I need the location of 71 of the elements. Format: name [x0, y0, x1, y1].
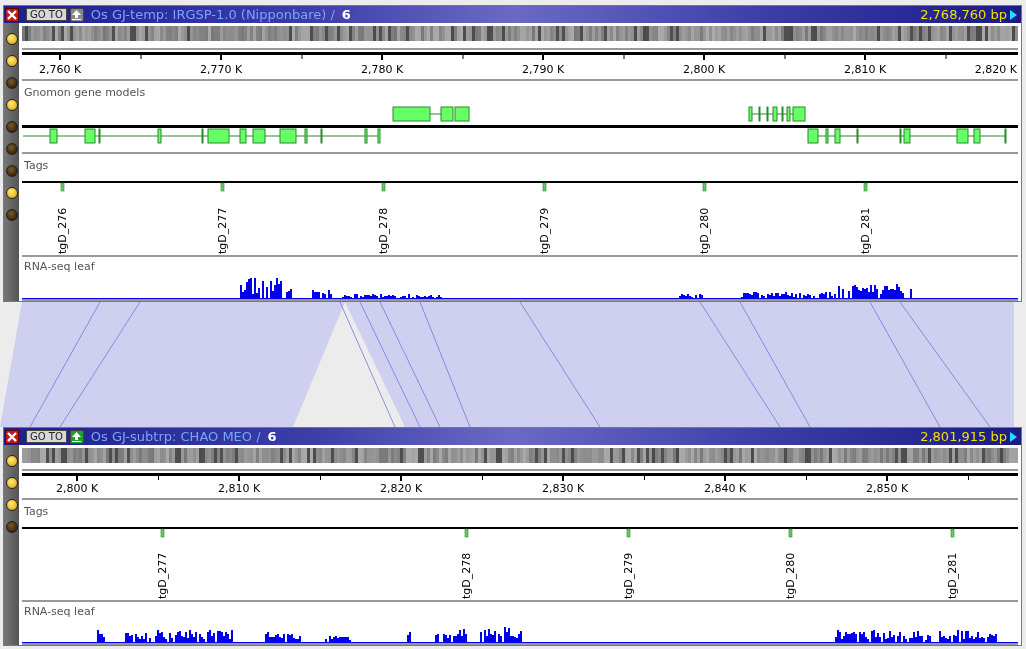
- tag-marker: [60, 182, 65, 192]
- up-arrow-icon: [72, 9, 82, 20]
- ruler-label: 2,790 K: [521, 63, 565, 76]
- track-toggle[interactable]: [5, 121, 18, 133]
- goto-button[interactable]: GO TO: [26, 430, 67, 443]
- track-toggle[interactable]: [5, 165, 18, 177]
- tag-label: tgD_276: [56, 207, 69, 254]
- tag-marker: [863, 182, 868, 192]
- track-toggle[interactable]: [5, 55, 18, 67]
- close-button[interactable]: [5, 429, 19, 444]
- chromosome-number: 6: [267, 429, 277, 444]
- tag-marker: [702, 182, 707, 192]
- ruler-label: 2,770 K: [199, 63, 243, 76]
- up-button[interactable]: [69, 429, 84, 444]
- chromosome-number: 6: [341, 7, 351, 22]
- ruler-label: 2,820 K: [379, 482, 423, 495]
- ruler-label: 2,810 K: [843, 63, 887, 76]
- ruler-label: 2,840 K: [703, 482, 747, 495]
- track-toggle[interactable]: [5, 477, 18, 489]
- tag-marker: [220, 182, 225, 192]
- track-label: Tags: [24, 505, 49, 518]
- track-toggle[interactable]: [5, 77, 18, 89]
- track-toggle[interactable]: [5, 143, 18, 155]
- position-readout: 2,801,915 bp: [920, 429, 1007, 444]
- tag-marker: [788, 528, 793, 538]
- up-button[interactable]: [69, 7, 84, 22]
- tag-label: tgD_277: [156, 552, 169, 599]
- close-icon: [7, 9, 17, 20]
- track-label: RNA-seq leaf: [24, 260, 95, 273]
- tag-label: tgD_277: [216, 207, 229, 254]
- close-button[interactable]: [5, 7, 19, 22]
- tag-marker: [160, 528, 165, 538]
- tag-marker: [950, 528, 955, 538]
- tag-label: tgD_279: [622, 552, 635, 599]
- tag-marker: [381, 182, 386, 192]
- ruler-label: 2,780 K: [360, 63, 404, 76]
- track-label: Tags: [24, 159, 49, 172]
- panel-title: Os GJ-subtrp: CHAO MEO /: [90, 429, 261, 444]
- right-triangle-icon[interactable]: [1010, 431, 1017, 442]
- ruler-label: 2,830 K: [541, 482, 585, 495]
- tag-label: tgD_281: [859, 207, 872, 254]
- track-label: Gnomon gene models: [24, 86, 146, 99]
- tag-marker: [542, 182, 547, 192]
- close-icon: [7, 431, 17, 442]
- tag-label: tgD_279: [538, 207, 551, 254]
- track-toggle[interactable]: [5, 187, 18, 199]
- right-triangle-icon[interactable]: [1010, 9, 1017, 20]
- goto-button[interactable]: GO TO: [26, 8, 67, 21]
- ruler-label: 2,800 K: [55, 482, 99, 495]
- tag-label: tgD_278: [460, 552, 473, 599]
- tag-marker: [626, 528, 631, 538]
- track-label: RNA-seq leaf: [24, 605, 95, 618]
- ruler-label: 2,810 K: [217, 482, 261, 495]
- tag-label: tgD_281: [946, 552, 959, 599]
- ruler-label: 2,760 K: [38, 63, 82, 76]
- up-arrow-icon: [72, 431, 82, 442]
- ruler-label: 2,850 K: [865, 482, 909, 495]
- track-toggle[interactable]: [5, 455, 18, 467]
- track-toggle[interactable]: [5, 33, 18, 45]
- track-toggle[interactable]: [5, 521, 18, 533]
- track-toggle[interactable]: [5, 209, 18, 221]
- position-readout: 2,768,760 bp: [920, 7, 1007, 22]
- panel-title: Os GJ-temp: IRGSP-1.0 (Nipponbare) /: [90, 7, 335, 22]
- track-toggle[interactable]: [5, 499, 18, 511]
- tag-label: tgD_280: [698, 207, 711, 254]
- tag-label: tgD_280: [784, 552, 797, 599]
- tag-marker: [464, 528, 469, 538]
- ruler-label: 2,800 K: [682, 63, 726, 76]
- ruler-label: 2,820 K: [974, 63, 1017, 76]
- track-toggle[interactable]: [5, 99, 18, 111]
- tag-label: tgD_278: [377, 207, 390, 254]
